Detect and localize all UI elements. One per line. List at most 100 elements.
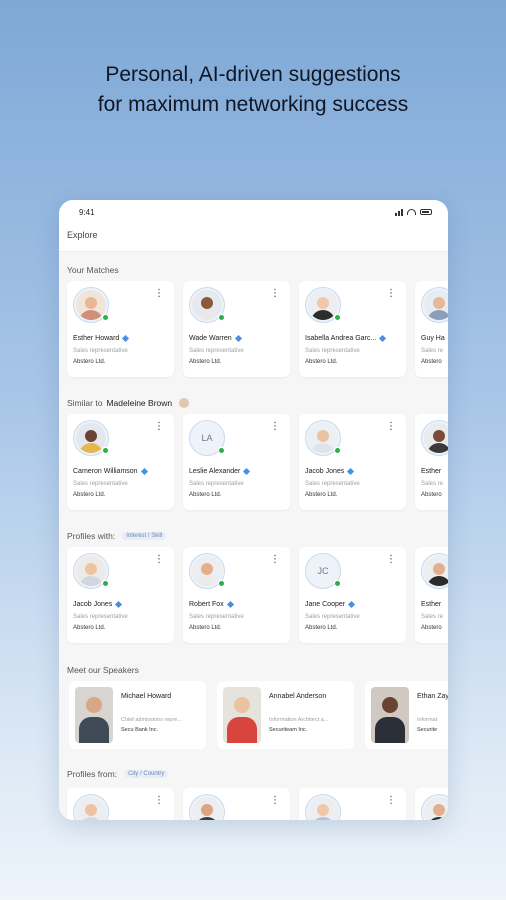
profile-role: Sales representative — [73, 614, 128, 620]
status-icons — [395, 208, 432, 216]
profile-card[interactable]: ⋮ — [299, 788, 406, 820]
profile-card[interactable] — [415, 788, 448, 820]
profile-company: Abstero Ltd. — [73, 492, 106, 498]
section-your-matches: Your Matches ⋮ Esther Howard Sales repre… — [59, 262, 448, 381]
more-options-icon[interactable]: ⋮ — [154, 555, 164, 565]
avatar — [305, 287, 341, 323]
verified-icon — [226, 600, 234, 608]
speaker-photo — [75, 687, 113, 743]
profile-card[interactable]: ⋮ Jacob Jones Sales representative Abste… — [67, 547, 174, 643]
verified-icon — [122, 334, 130, 342]
avatar-initials: LA — [201, 433, 213, 443]
section-title: Profiles with: Interest / Skill — [59, 528, 448, 544]
signal-icon — [395, 208, 403, 216]
speaker-card[interactable]: Annabel Anderson Information Architect a… — [217, 681, 354, 749]
profile-role: Sales representative — [305, 481, 360, 487]
similar-person-name[interactable]: Madeleine Brown — [106, 398, 172, 408]
more-options-icon[interactable]: ⋮ — [270, 555, 280, 565]
profile-card[interactable]: ⋮ Jacob Jones Sales representative Abste… — [299, 414, 406, 510]
profile-company: Abstero Ltd. — [189, 359, 222, 365]
profile-card[interactable]: ⋮ Cameron Williamson Sales representativ… — [67, 414, 174, 510]
more-options-icon[interactable]: ⋮ — [386, 796, 396, 806]
profile-card[interactable]: Guy Ha Sales re Abstero — [415, 281, 448, 377]
more-options-icon[interactable]: ⋮ — [154, 422, 164, 432]
profile-name: Esther Howard — [73, 335, 120, 342]
speaker-photo — [223, 687, 261, 743]
more-options-icon[interactable]: ⋮ — [154, 289, 164, 299]
avatar — [421, 553, 448, 589]
online-indicator — [218, 580, 225, 587]
more-options-icon[interactable]: ⋮ — [386, 422, 396, 432]
profile-role: Sales representative — [189, 348, 244, 354]
profile-company: Abstero Ltd. — [305, 359, 338, 365]
speaker-title: Information Architect a... — [269, 717, 329, 723]
tablet-screen: 9:41 Explore Your Matches ⋮ Esther Howar… — [59, 200, 448, 820]
filter-chip[interactable]: City / Country — [124, 770, 169, 778]
avatar — [73, 287, 109, 323]
avatar — [305, 794, 341, 820]
filter-chip[interactable]: Interest / Skill — [122, 532, 167, 540]
speaker-company: Securiteam Inc. — [269, 727, 308, 733]
status-bar: 9:41 — [59, 200, 448, 224]
section-title: Profiles from: City / Country — [59, 766, 448, 782]
avatar — [73, 553, 109, 589]
speaker-title: Informat — [417, 717, 438, 723]
profile-card[interactable]: ⋮ Robert Fox Sales representative Abster… — [183, 547, 290, 643]
more-options-icon[interactable]: ⋮ — [386, 289, 396, 299]
screen-title: Explore — [67, 230, 98, 240]
more-options-icon[interactable]: ⋮ — [386, 555, 396, 565]
verified-icon — [379, 334, 387, 342]
profile-card[interactable]: Esther Sales re Abstero — [415, 414, 448, 510]
avatar — [421, 794, 448, 820]
profile-role: Sales representative — [305, 348, 360, 354]
status-time: 9:41 — [79, 207, 95, 217]
profile-name: Jane Cooper — [305, 601, 346, 608]
profile-company: Abstero — [421, 492, 442, 498]
profile-name: Wade Warren — [189, 335, 232, 342]
profile-company: Abstero — [421, 359, 442, 365]
avatar — [189, 794, 225, 820]
speaker-title: Chief admissions repre... — [121, 717, 182, 723]
speaker-card[interactable]: Ethan Zayn Informat Securite — [365, 681, 448, 749]
profile-card[interactable]: JC ⋮ Jane Cooper Sales representative Ab… — [299, 547, 406, 643]
profile-name: Cameron Williamson — [73, 468, 138, 475]
profile-card[interactable]: ⋮ — [183, 788, 290, 820]
online-indicator — [102, 580, 109, 587]
online-indicator — [102, 314, 109, 321]
speaker-company: Secu Bank Inc. — [121, 727, 158, 733]
profile-name: Jacob Jones — [305, 468, 345, 475]
battery-icon — [420, 209, 432, 215]
profile-card[interactable]: Esther Sales re Abstero — [415, 547, 448, 643]
avatar — [73, 794, 109, 820]
more-options-icon[interactable]: ⋮ — [270, 796, 280, 806]
avatar — [73, 420, 109, 456]
profile-role: Sales re — [421, 348, 444, 354]
avatar-initials: JC — [317, 566, 329, 576]
online-indicator — [102, 447, 109, 454]
profile-role: Sales representative — [189, 614, 244, 620]
more-options-icon[interactable]: ⋮ — [154, 796, 164, 806]
profile-name: Jacob Jones — [73, 601, 113, 608]
avatar — [421, 420, 448, 456]
profile-card[interactable]: LA ⋮ Leslie Alexander Sales representati… — [183, 414, 290, 510]
profile-role: Sales representative — [189, 481, 244, 487]
profile-name: Isabella Andrea Garc... — [305, 335, 377, 342]
profile-role: Sales representative — [73, 348, 128, 354]
section-speakers: Meet our Speakers Michael Howard Chief a… — [59, 662, 448, 753]
headline-line-1: Personal, AI-driven suggestions — [105, 63, 401, 86]
screen-header: Explore — [59, 224, 448, 252]
profile-company: Abstero Ltd. — [305, 492, 338, 498]
profile-card[interactable]: ⋮ — [67, 788, 174, 820]
profile-card[interactable]: ⋮ Isabella Andrea Garc... Sales represen… — [299, 281, 406, 377]
more-options-icon[interactable]: ⋮ — [270, 422, 280, 432]
profile-card[interactable]: ⋮ Wade Warren Sales representative Abste… — [183, 281, 290, 377]
more-options-icon[interactable]: ⋮ — [270, 289, 280, 299]
profile-role: Sales re — [421, 614, 444, 620]
profile-name: Guy Ha — [421, 335, 445, 342]
profile-company: Abstero Ltd. — [189, 625, 222, 631]
speaker-card[interactable]: Michael Howard Chief admissions repre...… — [69, 681, 206, 749]
profile-company: Abstero — [421, 625, 442, 631]
profile-company: Abstero Ltd. — [189, 492, 222, 498]
profile-name: Esther — [421, 468, 442, 475]
profile-card[interactable]: ⋮ Esther Howard Sales representative Abs… — [67, 281, 174, 377]
